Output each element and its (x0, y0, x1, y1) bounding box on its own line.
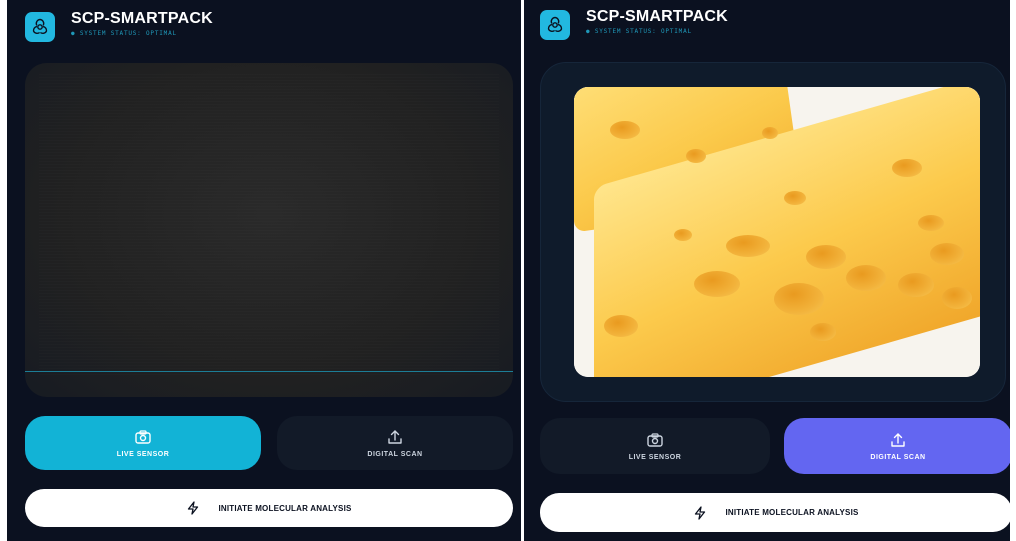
camera-viewport[interactable] (25, 63, 513, 397)
cheese-hole (930, 243, 964, 265)
cheese-hole (892, 159, 922, 177)
digital-scan-label: DIGITAL SCAN (870, 453, 926, 461)
live-sensor-label: LIVE SENSOR (628, 453, 682, 461)
cheese-hole (694, 271, 740, 297)
live-sensor-button[interactable]: LIVE SENSOR (25, 416, 261, 470)
initiate-analysis-button[interactable]: INITIATE MOLECULAR ANALYSIS (540, 493, 1010, 532)
cheese-hole (784, 191, 806, 205)
live-sensor-button[interactable]: LIVE SENSOR (540, 418, 770, 474)
cheese-hole (774, 283, 824, 315)
digital-scan-button[interactable]: DIGITAL SCAN (277, 416, 513, 470)
upload-icon (388, 429, 402, 444)
cheese-hole (762, 127, 778, 139)
cheese-hole (942, 287, 972, 309)
cheese-hole (810, 323, 836, 341)
cheese-hole (610, 121, 640, 139)
scan-line (25, 371, 513, 372)
cheese-hole (806, 245, 846, 269)
digital-scan-label: DIGITAL SCAN (367, 450, 423, 458)
app-title: SCP-SMARTPACK (71, 10, 213, 27)
cheese-hole (604, 315, 638, 337)
cheese-hole (726, 235, 770, 257)
analyze-label: INITIATE MOLECULAR ANALYSIS (725, 508, 859, 517)
screen-live-sensor: SCP-SMARTPACK ● SYSTEM STATUS: OPTIMAL L… (7, 0, 521, 541)
screen-digital-scan: SCP-SMARTPACK ● SYSTEM STATUS: OPTIMAL L… (524, 0, 1010, 541)
lightning-icon (188, 501, 199, 515)
live-sensor-label: LIVE SENSOR (116, 450, 170, 458)
camera-icon (647, 432, 663, 447)
camera-feed (39, 73, 499, 375)
biohazard-icon (25, 12, 55, 42)
initiate-analysis-button[interactable]: INITIATE MOLECULAR ANALYSIS (25, 489, 513, 527)
cheese-hole (686, 149, 706, 163)
biohazard-icon (540, 10, 570, 40)
digital-scan-button[interactable]: DIGITAL SCAN (784, 418, 1010, 474)
cheese-hole (918, 215, 944, 231)
camera-icon (135, 429, 151, 444)
uploaded-cheese-image[interactable] (574, 87, 980, 377)
analyze-label: INITIATE MOLECULAR ANALYSIS (218, 503, 352, 513)
app-title: SCP-SMARTPACK (586, 8, 728, 25)
image-preview-card (540, 62, 1006, 402)
lightning-icon (695, 505, 706, 520)
cheese-hole (898, 273, 934, 297)
system-status: ● SYSTEM STATUS: OPTIMAL (586, 28, 692, 35)
upload-icon (891, 432, 905, 447)
cheese-hole (846, 265, 886, 291)
system-status: ● SYSTEM STATUS: OPTIMAL (71, 30, 177, 37)
cheese-hole (674, 229, 692, 241)
